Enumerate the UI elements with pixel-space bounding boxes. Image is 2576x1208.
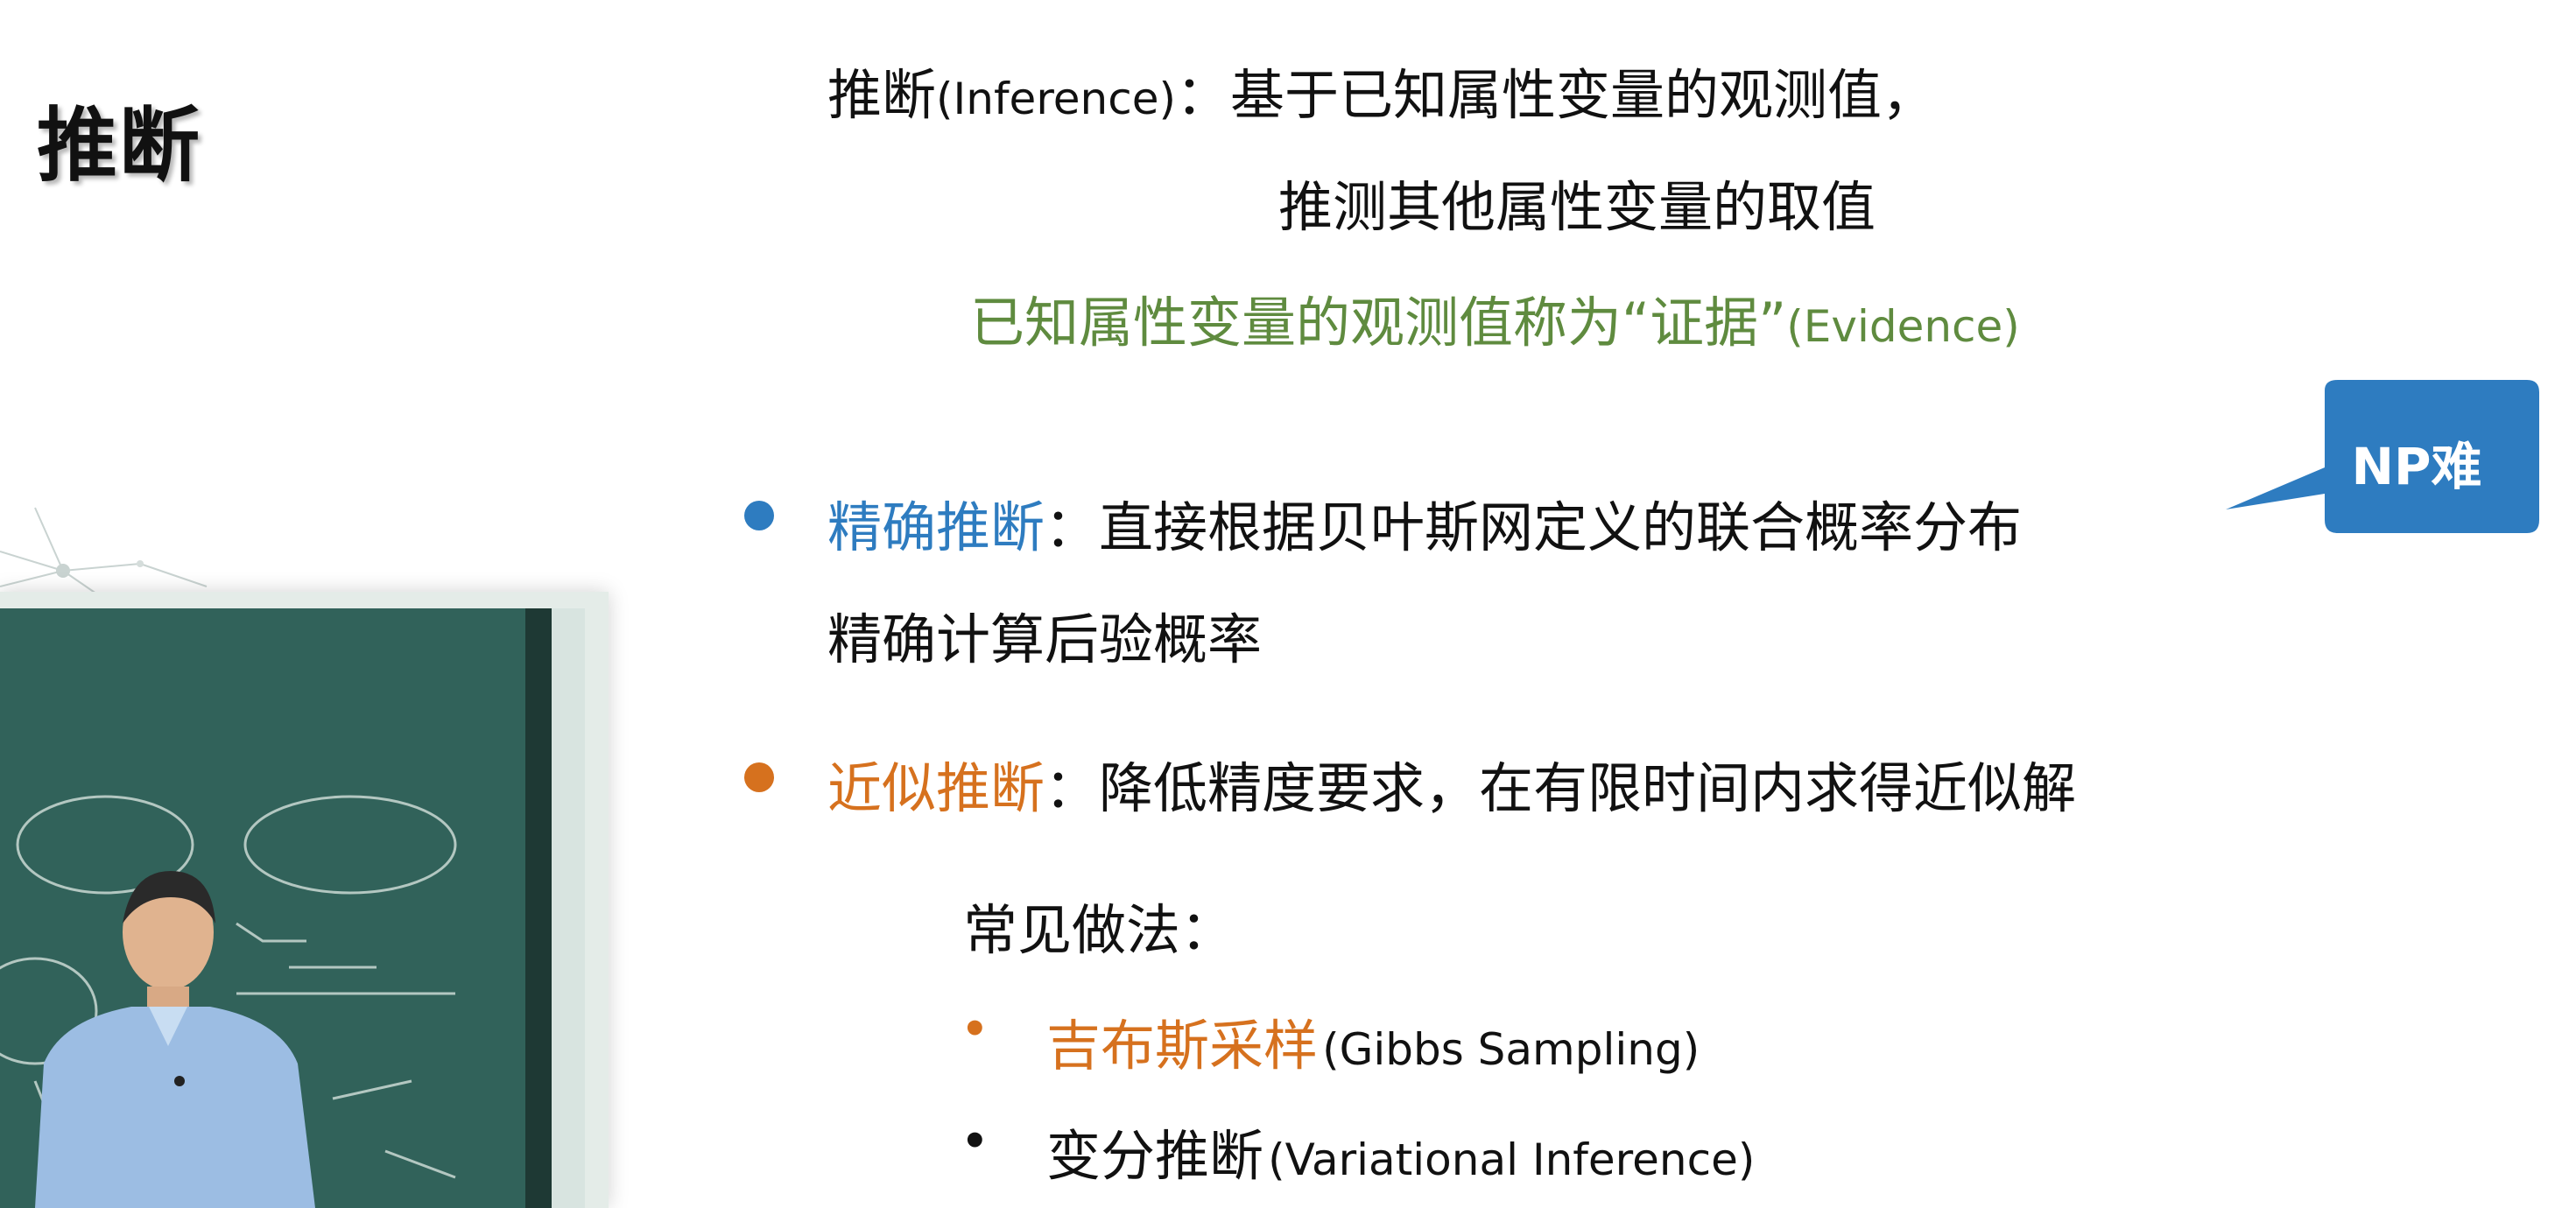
approx-inference-term: 近似推断 <box>827 756 1045 820</box>
inference-definition-line1: 推断(Inference)：基于已知属性变量的观测值， <box>827 51 1936 130</box>
inference-term: 推断 <box>827 63 937 127</box>
inference-text-line2: 推测其他属性变量的取值 <box>1278 175 1876 239</box>
lecturer-video[interactable] <box>0 608 585 1208</box>
approx-inference-line: 近似推断：降低精度要求，在有限时间内求得近似解 <box>827 744 2076 823</box>
approx-inference-text: 降低精度要求，在有限时间内求得近似解 <box>1099 756 2077 820</box>
exact-inference-bullet <box>744 501 774 530</box>
np-hard-label: NP难 <box>2351 437 2482 496</box>
approx-inference-colon: ： <box>1045 756 1100 820</box>
variational-inference-item: 变分推断 (Variational Inference) <box>1046 1112 1755 1190</box>
variational-bullet: • <box>961 1117 989 1166</box>
gibbs-sampling-en: (Gibbs Sampling) <box>1322 1024 1700 1075</box>
exact-inference-line1: 精确推断：直接根据贝叶斯网定义的联合概率分布 <box>827 483 2022 562</box>
variational-inference-en: (Variational Inference) <box>1268 1134 1756 1185</box>
exact-inference-text-line1: 直接根据贝叶斯网定义的联合概率分布 <box>1099 495 2023 559</box>
slide-title: 推断 <box>37 99 202 193</box>
exact-inference-term: 精确推断 <box>827 495 1045 559</box>
evidence-en: (Evidence) <box>1786 301 2020 352</box>
evidence-text: 已知属性变量的观测值称为“证据” <box>970 291 1787 355</box>
inference-colon: ： <box>1176 63 1231 127</box>
gibbs-sampling-cn: 吉布斯采样 <box>1046 1014 1319 1078</box>
common-methods-label: 常见做法： <box>963 898 1235 962</box>
network-decoration <box>0 507 208 600</box>
evidence-line: 已知属性变量的观测值称为“证据”(Evidence) <box>970 278 2020 357</box>
approx-inference-bullet <box>744 762 774 792</box>
inference-term-en: (Inference) <box>936 74 1176 124</box>
lecturer-video-image <box>0 608 585 1208</box>
inference-text-line1: 基于已知属性变量的观测值， <box>1230 63 1937 127</box>
variational-inference-cn: 变分推断 <box>1046 1124 1264 1188</box>
gibbs-sampling-item: 吉布斯采样 (Gibbs Sampling) <box>1046 1001 1700 1080</box>
exact-inference-colon: ： <box>1045 495 1100 559</box>
gibbs-bullet: • <box>961 1005 989 1054</box>
exact-inference-text-line2: 精确计算后验概率 <box>827 608 1263 671</box>
lecture-slide: 推断 推断(Inference)：基于已知属性变量的观测值， 推测其他属性变量的… <box>0 0 2576 1208</box>
